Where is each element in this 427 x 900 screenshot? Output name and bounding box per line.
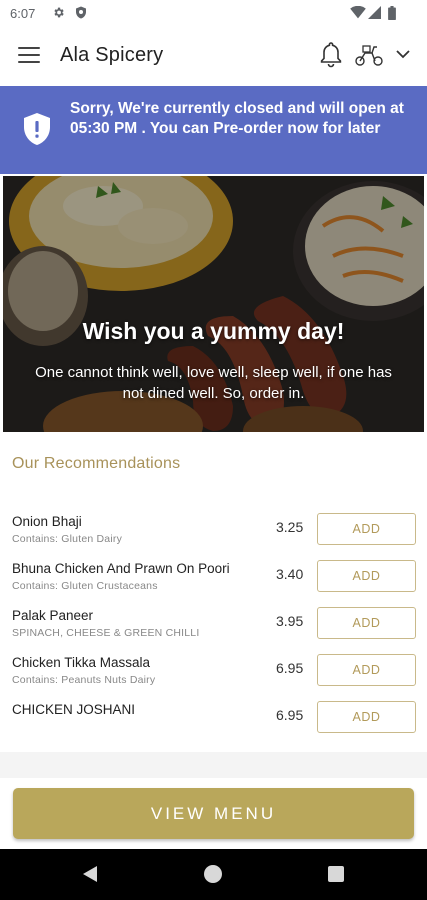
list-item: Chicken Tikka Massala Contains: Peanuts … — [0, 647, 427, 694]
item-price: 3.25 — [276, 519, 304, 535]
add-button[interactable]: ADD — [317, 701, 416, 733]
app-title: Ala Spicery — [60, 44, 164, 66]
chevron-down-icon[interactable] — [394, 46, 412, 62]
item-name: CHICKEN JOSHANI — [12, 702, 136, 717]
item-contains: Contains: Peanuts Nuts Dairy — [12, 674, 156, 686]
add-button[interactable]: ADD — [317, 513, 416, 545]
add-button[interactable]: ADD — [317, 607, 416, 639]
signal-icon — [368, 6, 381, 22]
list-item: CHICKEN JOSHANI 6.95 ADD — [0, 694, 427, 741]
recents-nav-icon[interactable] — [328, 866, 344, 882]
section-divider — [0, 752, 427, 778]
view-menu-button[interactable]: VIEW MENU — [13, 788, 414, 839]
item-contains: Contains: Gluten Crustaceans — [12, 580, 158, 592]
item-contains: Contains: Gluten Dairy — [12, 533, 123, 545]
list-item: Bhuna Chicken And Prawn On Poori Contain… — [0, 553, 427, 600]
battery-icon — [388, 6, 396, 23]
system-nav-bar — [0, 849, 427, 900]
status-time: 6:07 — [10, 6, 36, 21]
wifi-icon — [350, 5, 366, 22]
hero-subtitle: One cannot think well, love well, sleep … — [35, 364, 392, 402]
bell-icon[interactable] — [318, 40, 344, 68]
item-name: Palak Paneer — [12, 608, 94, 623]
shield-alert-icon — [22, 112, 52, 146]
gear-icon — [52, 6, 65, 22]
item-name: Onion Bhaji — [12, 514, 82, 529]
hero-banner: Wish you a yummy day! One cannot think w… — [3, 176, 424, 432]
closed-notice-banner: Sorry, We're currently closed and will o… — [0, 86, 427, 174]
item-price: 6.95 — [276, 707, 304, 723]
recommendations-list: Onion Bhaji Contains: Gluten Dairy 3.25 … — [0, 506, 427, 741]
delivery-scooter-icon[interactable] — [354, 42, 384, 68]
app-screen: 6:07 Ala Spicery Sorry, We're currently … — [0, 0, 427, 900]
status-bar: 6:07 — [0, 0, 427, 28]
list-item: Onion Bhaji Contains: Gluten Dairy 3.25 … — [0, 506, 427, 553]
item-name: Chicken Tikka Massala — [12, 655, 151, 670]
hero-title: Wish you a yummy day! — [82, 318, 345, 344]
add-button[interactable]: ADD — [317, 654, 416, 686]
add-button[interactable]: ADD — [317, 560, 416, 592]
item-price: 3.40 — [276, 566, 304, 582]
hamburger-menu-icon[interactable] — [18, 47, 40, 65]
recommendations-title: Our Recommendations — [12, 455, 181, 472]
list-item: Palak Paneer SPINACH, CHEESE & GREEN CHI… — [0, 600, 427, 647]
home-nav-icon[interactable] — [204, 865, 222, 883]
item-price: 3.95 — [276, 613, 304, 629]
app-bar: Ala Spicery — [0, 28, 427, 86]
shield-status-icon — [75, 6, 87, 22]
item-name: Bhuna Chicken And Prawn On Poori — [12, 561, 230, 576]
back-nav-icon[interactable] — [82, 865, 98, 888]
item-price: 6.95 — [276, 660, 304, 676]
closed-notice-text: Sorry, We're currently closed and will o… — [70, 100, 404, 137]
item-contains: SPINACH, CHEESE & GREEN CHILLI — [12, 627, 200, 639]
